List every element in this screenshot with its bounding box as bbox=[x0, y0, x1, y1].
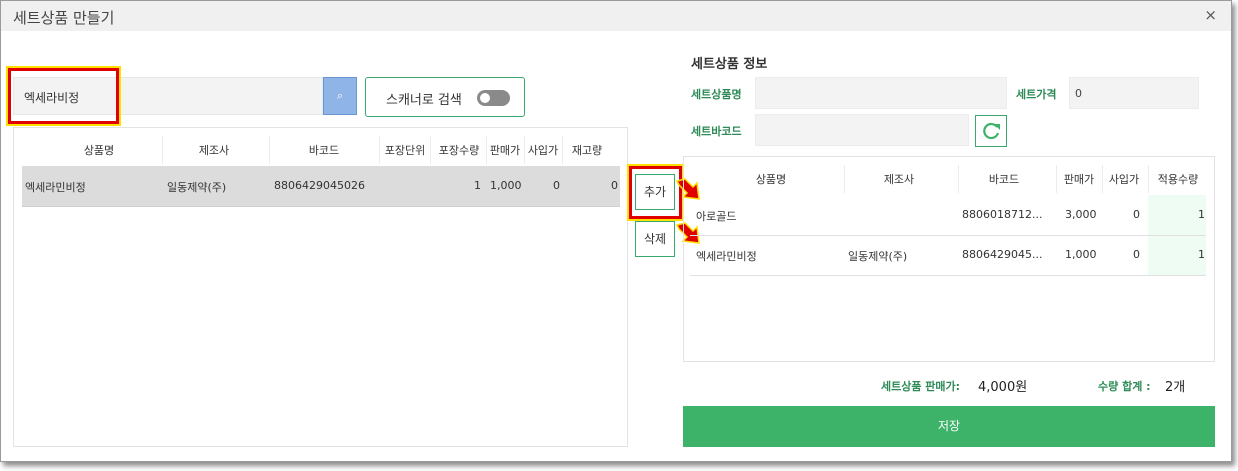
refresh-icon bbox=[983, 122, 1000, 140]
set-items-table: 상품명 제조사 바코드 판매가 사입가 적용수량 아로골드 8806018712… bbox=[683, 156, 1215, 362]
set-price-input[interactable]: 0 bbox=[1069, 77, 1199, 109]
col-header-stock: 재고량 bbox=[571, 144, 603, 157]
qty-summary-label: 수량 합계 : bbox=[1098, 380, 1151, 393]
row-divider bbox=[690, 275, 1206, 276]
row-name: 엑세라민비정 bbox=[25, 181, 86, 194]
table-row[interactable]: 엑세라민비정 일동제약(주) 8806429045026 1 1,000 0 0 bbox=[22, 166, 620, 206]
row-stock: 0 bbox=[611, 179, 618, 192]
col-divider bbox=[958, 165, 959, 193]
delete-button[interactable]: 삭제 bbox=[635, 221, 675, 257]
row-pack-qty: 1 bbox=[474, 179, 481, 192]
dialog-title: 세트상품 만들기 bbox=[13, 9, 115, 27]
set-col-header-name: 상품명 bbox=[755, 173, 787, 186]
set-row-maker: 일동제약(주) bbox=[848, 250, 908, 263]
set-barcode-label: 세트바코드 bbox=[691, 125, 742, 138]
close-icon[interactable]: × bbox=[1204, 6, 1217, 24]
scanner-search-toggle[interactable]: 스캐너로 검색 bbox=[365, 77, 525, 117]
set-price-summary-label: 세트상품 판매가: bbox=[881, 380, 961, 393]
col-header-price: 판매가 bbox=[489, 144, 521, 157]
refresh-barcode-button[interactable] bbox=[975, 115, 1007, 147]
set-price-value: 0 bbox=[1075, 87, 1082, 100]
set-row-qty: 1 bbox=[1198, 248, 1205, 261]
col-divider bbox=[162, 136, 163, 164]
col-header-unit: 포장단위 bbox=[384, 144, 426, 157]
set-col-header-qty: 적용수량 bbox=[1157, 173, 1199, 186]
set-price-summary-value: 4,000원 bbox=[978, 380, 1028, 395]
set-row-cost: 0 bbox=[1133, 248, 1140, 261]
product-table: 상품명 제조사 바코드 포장단위 포장수량 판매가 사입가 재고량 엑세라민비정… bbox=[13, 127, 628, 447]
row-price: 1,000 bbox=[490, 179, 522, 192]
col-divider bbox=[1056, 165, 1057, 193]
set-row-qty: 1 bbox=[1198, 208, 1205, 221]
col-divider bbox=[1148, 165, 1149, 193]
set-row-name: 엑세라민비정 bbox=[696, 250, 757, 263]
set-row-price: 1,000 bbox=[1065, 248, 1097, 261]
set-col-header-barcode: 바코드 bbox=[988, 173, 1020, 186]
col-header-cost: 사입가 bbox=[527, 144, 559, 157]
col-header-maker: 제조사 bbox=[198, 144, 230, 157]
title-bar: 세트상품 만들기 × bbox=[1, 1, 1231, 31]
set-col-header-maker: 제조사 bbox=[883, 173, 915, 186]
row-divider bbox=[22, 206, 620, 207]
set-barcode-input[interactable] bbox=[755, 114, 969, 146]
add-button[interactable]: 추가 bbox=[635, 174, 675, 210]
qty-summary-value: 2개 bbox=[1165, 380, 1186, 395]
search-button[interactable]: ⌕ bbox=[323, 77, 357, 115]
scanner-switch[interactable] bbox=[477, 90, 510, 106]
set-row-name: 아로골드 bbox=[696, 210, 737, 223]
table-row[interactable]: 엑세라민비정 일동제약(주) 8806429045... 1,000 0 1 bbox=[690, 235, 1206, 275]
set-row-price: 3,000 bbox=[1065, 208, 1097, 221]
set-row-cost: 0 bbox=[1133, 208, 1140, 221]
col-header-pack-qty: 포장수량 bbox=[438, 144, 480, 157]
col-header-name: 상품명 bbox=[83, 144, 115, 157]
search-highlight-box bbox=[6, 66, 121, 126]
table-row[interactable]: 아로골드 8806018712... 3,000 0 1 bbox=[690, 195, 1206, 235]
set-col-header-price: 판매가 bbox=[1063, 173, 1095, 186]
set-info-title: 세트상품 정보 bbox=[691, 57, 768, 72]
search-icon: ⌕ bbox=[336, 89, 344, 102]
set-name-label: 세트상품명 bbox=[691, 88, 742, 101]
row-barcode: 8806429045026 bbox=[274, 179, 365, 192]
row-maker: 일동제약(주) bbox=[167, 181, 227, 194]
col-divider bbox=[1102, 165, 1103, 193]
set-name-input[interactable] bbox=[755, 77, 1007, 109]
switch-knob bbox=[480, 93, 490, 103]
col-divider bbox=[844, 165, 845, 193]
save-button[interactable]: 저장 bbox=[683, 406, 1215, 447]
scanner-label: 스캐너로 검색 bbox=[386, 93, 462, 108]
col-divider bbox=[269, 136, 270, 164]
row-cost: 0 bbox=[553, 179, 560, 192]
set-row-barcode: 8806429045... bbox=[962, 248, 1043, 261]
set-row-barcode: 8806018712... bbox=[962, 208, 1043, 221]
set-product-dialog: 세트상품 만들기 × 엑세라비정 ⌕ 스캐너로 검색 상품명 제조사 바코드 포… bbox=[0, 0, 1232, 462]
col-header-barcode: 바코드 bbox=[308, 144, 340, 157]
set-col-header-cost: 사입가 bbox=[1108, 173, 1140, 186]
set-price-label: 세트가격 bbox=[1016, 88, 1057, 101]
